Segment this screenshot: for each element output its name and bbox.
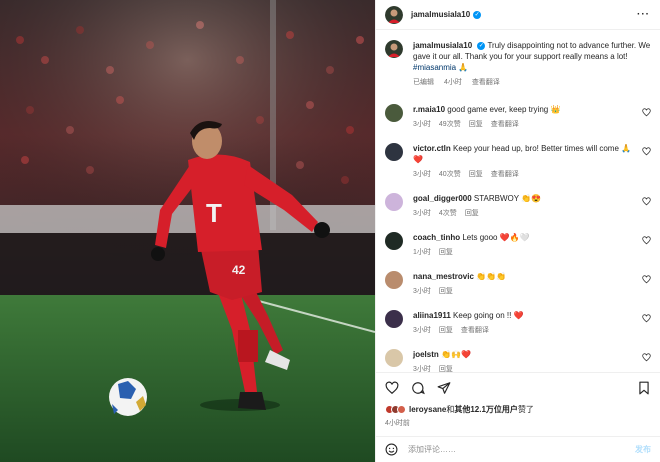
see-translation-link[interactable]: 查看翻译 [491, 121, 519, 128]
post-comment-button[interactable]: 发布 [635, 444, 651, 455]
comment-item: coach_tinho Lets gooo ❤️🔥🤍 1小时 回复 [385, 232, 651, 258]
comment-item: joelstn 👏🙌❤️ 3小时 回复 [385, 349, 651, 372]
action-bar [376, 372, 660, 402]
commenter-avatar[interactable] [385, 232, 403, 250]
verified-badge-icon: ✓ [473, 10, 482, 19]
caption-time: 4小时 [443, 79, 462, 86]
comment-bubble-icon[interactable] [411, 381, 425, 395]
reply-button[interactable]: 回复 [439, 288, 453, 295]
verified-badge-icon: ✓ [477, 41, 486, 50]
smiley-icon[interactable] [385, 443, 398, 456]
more-options-icon[interactable]: ··· [637, 9, 650, 20]
reply-button[interactable]: 回复 [469, 121, 483, 128]
post-header: jamalmusiala10 ✓ ··· [376, 0, 660, 30]
comment-time: 3小时 [413, 210, 431, 217]
send-icon[interactable] [437, 381, 451, 395]
commenter-username[interactable]: aliina1911 [413, 311, 451, 320]
caption-avatar[interactable] [385, 40, 403, 58]
liker-username[interactable]: leroysane [409, 405, 446, 414]
comment-text: 👏🙌❤️ [441, 350, 471, 359]
comment-item: victor.ctln Keep your head up, bro! Bett… [385, 143, 651, 180]
see-translation-link[interactable]: 查看翻译 [491, 171, 519, 178]
see-translation-link[interactable]: 查看翻译 [461, 327, 489, 334]
comment-likes-count[interactable]: 49次赞 [439, 121, 461, 128]
caption-emoji: 🙏 [458, 63, 469, 72]
reply-button[interactable]: 回复 [439, 249, 453, 256]
heart-icon[interactable] [385, 381, 399, 395]
commenter-username[interactable]: r.maia10 [413, 105, 445, 114]
comment-time: 3小时 [413, 121, 431, 128]
author-username[interactable]: jamalmusiala10 [411, 10, 470, 19]
comment-item: goal_digger000 STARBWOY 👏😍 3小时 4次赞 回复 [385, 193, 651, 219]
comments-list[interactable]: jamalmusiala10 ✓ Truly disappointing not… [376, 30, 660, 372]
reply-button[interactable]: 回复 [469, 171, 483, 178]
edited-label: 已编辑 [413, 79, 434, 86]
comment-text: STARBWOY 👏😍 [473, 194, 542, 203]
comment-time: 3小时 [413, 171, 431, 178]
reply-button[interactable]: 回复 [439, 366, 453, 372]
post-caption: jamalmusiala10 ✓ Truly disappointing not… [385, 40, 651, 88]
commenter-avatar[interactable] [385, 271, 403, 289]
football [109, 378, 147, 416]
likes-summary: leroysane和其他12.1万位用户赞了 [376, 402, 660, 416]
comment-text: Lets gooo ❤️🔥🤍 [462, 233, 530, 242]
comment-item: aliina1911 Keep going on !! ❤️ 3小时 回复 查看翻译 [385, 310, 651, 336]
author-avatar[interactable] [385, 5, 403, 24]
comment-like-heart-icon[interactable] [642, 314, 651, 323]
commenter-avatar[interactable] [385, 104, 403, 122]
liker-avatar [397, 404, 406, 414]
comment-text: good game ever, keep trying 👑 [447, 105, 561, 114]
commenter-avatar[interactable] [385, 143, 403, 161]
comment-time: 1小时 [413, 249, 431, 256]
add-comment-bar: 发布 [376, 436, 660, 462]
likes-suffix: 赞了 [517, 404, 534, 414]
post-image-football-player: 42 T [0, 0, 375, 462]
caption-username[interactable]: jamalmusiala10 [413, 41, 472, 50]
see-translation-link[interactable]: 查看翻译 [472, 79, 500, 86]
likes-others[interactable]: 其他12.1万位用户 [454, 405, 518, 414]
post-photo[interactable]: 42 T [0, 0, 375, 462]
reply-button[interactable]: 回复 [439, 327, 453, 334]
comment-like-heart-icon[interactable] [642, 275, 651, 284]
comment-text: Keep going on !! ❤️ [453, 311, 524, 320]
comment-like-heart-icon[interactable] [642, 236, 651, 245]
caption-hashtag[interactable]: #miasanmia [413, 63, 456, 72]
commenter-avatar[interactable] [385, 193, 403, 211]
comment-time: 3小时 [413, 288, 431, 295]
comment-like-heart-icon[interactable] [642, 147, 651, 156]
post-detail-panel: jamalmusiala10 ✓ ··· jamalmusiala10 ✓ Tr… [375, 0, 660, 462]
comment-item: r.maia10 good game ever, keep trying 👑 3… [385, 104, 651, 130]
comment-likes-count[interactable]: 4次赞 [439, 210, 457, 217]
commenter-username[interactable]: coach_tinho [413, 233, 460, 242]
comment-item: nana_mestrovic 👏👏👏 3小时 回复 [385, 271, 651, 297]
commenter-username[interactable]: nana_mestrovic [413, 272, 474, 281]
svg-text:T: T [206, 198, 222, 228]
comment-likes-count[interactable]: 40次赞 [439, 171, 461, 178]
commenter-username[interactable]: goal_digger000 [413, 194, 472, 203]
commenter-username[interactable]: joelstn [413, 350, 439, 359]
svg-text:42: 42 [232, 263, 246, 277]
reply-button[interactable]: 回复 [465, 210, 479, 217]
comment-time: 3小时 [413, 366, 431, 372]
post-timestamp: 4小时前 [385, 420, 410, 427]
commenter-avatar[interactable] [385, 349, 403, 367]
commenter-avatar[interactable] [385, 310, 403, 328]
comment-time: 3小时 [413, 327, 431, 334]
comment-text: 👏👏👏 [476, 272, 507, 281]
comment-like-heart-icon[interactable] [642, 108, 651, 117]
commenter-username[interactable]: victor.ctln [413, 144, 451, 153]
comment-like-heart-icon[interactable] [642, 197, 651, 206]
comment-input[interactable] [408, 445, 635, 454]
bookmark-icon[interactable] [637, 381, 651, 395]
comment-like-heart-icon[interactable] [642, 353, 651, 362]
